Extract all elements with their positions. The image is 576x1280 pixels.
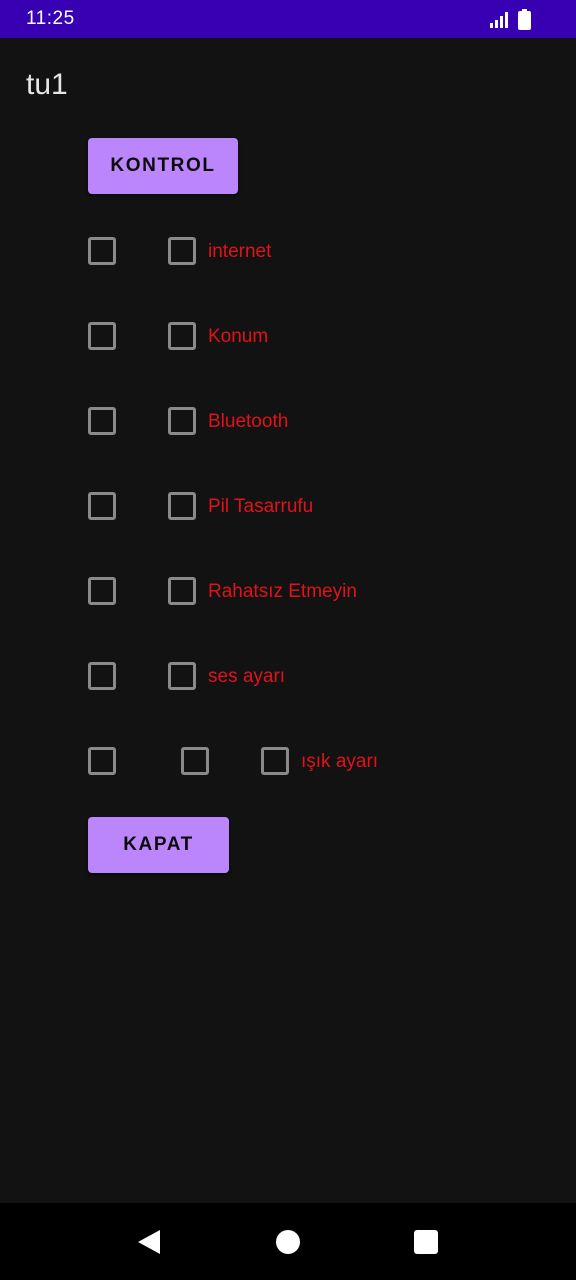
pil-tasarrufu-left-checkbox[interactable] [88,492,116,520]
status-time: 11:25 [26,8,75,29]
navigation-bar [0,1203,576,1280]
ses-ayari-checkbox[interactable] [168,662,196,690]
isik-ayari-checkbox[interactable] [261,747,289,775]
konum-label[interactable]: Konum [208,326,268,348]
konum-checkbox[interactable] [168,322,196,350]
pil-tasarrufu-label[interactable]: Pil Tasarrufu [208,496,313,518]
recents-icon[interactable] [414,1230,438,1254]
bluetooth-label[interactable]: Bluetooth [208,411,288,433]
signal-icon [490,12,508,28]
isik-ayari-left-checkbox[interactable] [88,747,116,775]
status-bar: 11:25 [0,0,576,38]
bluetooth-left-checkbox[interactable] [88,407,116,435]
app-title: tu1 [26,68,68,101]
internet-checkbox[interactable] [168,237,196,265]
rahatsiz-etmeyin-left-checkbox[interactable] [88,577,116,605]
home-icon[interactable] [276,1230,300,1254]
battery-icon [518,9,531,30]
internet-label[interactable]: internet [208,241,271,263]
kontrol-button[interactable]: KONTROL [88,138,238,194]
ses-ayari-label[interactable]: ses ayarı [208,666,285,688]
pil-tasarrufu-checkbox[interactable] [168,492,196,520]
konum-left-checkbox[interactable] [88,322,116,350]
ses-ayari-left-checkbox[interactable] [88,662,116,690]
isik-ayari-middle-checkbox[interactable] [181,747,209,775]
isik-ayari-label[interactable]: ışık ayarı [301,751,378,773]
rahatsiz-etmeyin-checkbox[interactable] [168,577,196,605]
back-icon[interactable] [136,1229,162,1255]
kapat-button[interactable]: KAPAT [88,817,229,873]
internet-left-checkbox[interactable] [88,237,116,265]
bluetooth-checkbox[interactable] [168,407,196,435]
rahatsiz-etmeyin-label[interactable]: Rahatsız Etmeyin [208,581,357,603]
